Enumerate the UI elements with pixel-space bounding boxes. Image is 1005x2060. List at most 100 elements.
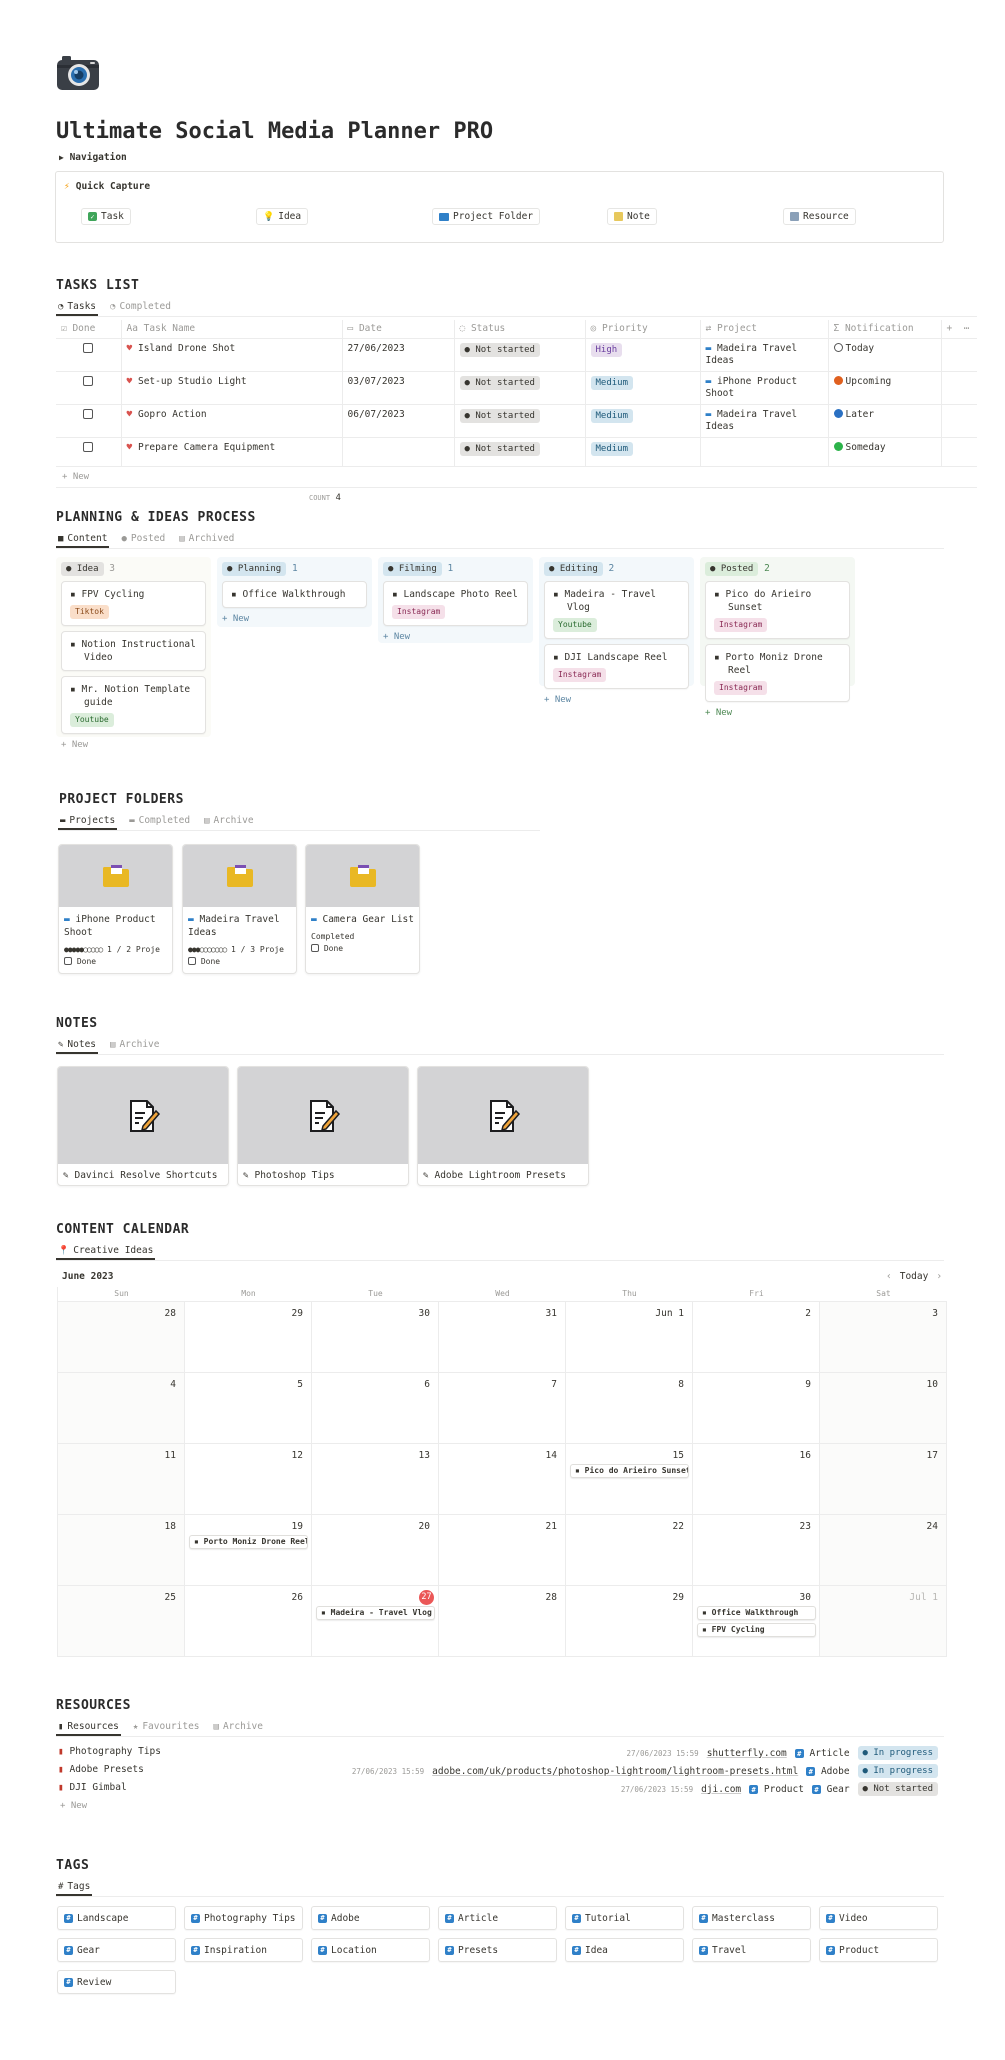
kanban-card[interactable]: ▪ Notion Instructional Video [61,631,206,671]
calendar-day-cell[interactable]: 16 [693,1444,820,1515]
calendar-day-cell[interactable]: 31 [439,1302,566,1373]
quick-capture-resource-button[interactable]: Resource [783,208,856,225]
project-link[interactable]: Madeira Travel Ideas [706,343,798,366]
tag-card[interactable]: # Idea [565,1938,684,1962]
calendar-event[interactable]: ▪ Madeira - Travel Vlog [316,1606,435,1620]
calendar-event[interactable]: ▪ FPV Cycling [697,1623,816,1637]
tab-creative-ideas[interactable]: 📍 Creative Ideas [56,1245,156,1260]
done-checkbox[interactable] [83,408,94,419]
calendar-day-cell[interactable]: 26 [185,1586,312,1657]
col-priority[interactable]: ◎ Priority [585,320,701,339]
calendar-day-cell[interactable]: 5 [185,1373,312,1444]
done-checkbox[interactable] [83,441,94,452]
calendar-event[interactable]: ▪ Pico do Arieiro Sunset [570,1464,689,1478]
kanban-new-button[interactable]: + New [61,740,206,750]
col-done[interactable]: ☑ Done [56,320,122,339]
chevron-left-icon[interactable]: ‹ [886,1271,892,1282]
col-status[interactable]: ◌ Status [454,320,586,339]
done-checkbox[interactable] [311,944,319,952]
kanban-card[interactable]: ▪ Landscape Photo Reel Instagram [383,581,528,626]
calendar-day-cell[interactable]: Jul 1 [820,1586,947,1657]
tab-favourites[interactable]: ★ Favourites [131,1721,202,1736]
done-checkbox[interactable] [188,957,196,965]
tag-card[interactable]: # Tutorial [565,1906,684,1930]
kanban-card[interactable]: ▪ Mr. Notion Template guide Youtube [61,676,206,734]
calendar-day-cell[interactable]: 21 [439,1515,566,1586]
tag-card[interactable]: # Landscape [57,1906,176,1930]
tab-tags[interactable]: # Tags [56,1881,93,1896]
tab-completed-projects[interactable]: ▬ Completed [127,815,192,830]
kanban-card[interactable]: ▪ Porto Moniz Drone Reel Instagram [705,644,850,702]
tag-card[interactable]: # Location [311,1938,430,1962]
kanban-card[interactable]: ▪ Madeira - Travel Vlog Youtube [544,581,689,639]
list-item[interactable]: ▮ Photography Tips 27/06/2023 15:59 shut… [58,1746,938,1764]
calendar-day-cell[interactable]: 13 [312,1444,439,1515]
tab-posted[interactable]: ● Posted [119,533,167,548]
tab-resources[interactable]: ▮ Resources [56,1721,121,1736]
calendar-day-cell[interactable]: 11 [58,1444,185,1515]
tab-archive-notes[interactable]: ▤ Archive [108,1039,161,1054]
tag-card[interactable]: # Review [57,1970,176,1994]
task-name[interactable]: Set-up Studio Light [138,376,247,387]
project-link[interactable]: Madeira Travel Ideas [706,409,798,432]
calendar-day-cell[interactable]: 20 [312,1515,439,1586]
note-card[interactable]: ✎ Photoshop Tips [237,1066,409,1186]
today-button[interactable]: Today [900,1271,929,1282]
tag-card[interactable]: # Adobe [311,1906,430,1930]
table-row[interactable]: ♥ Island Drone Shot 27/06/2023 ● Not sta… [56,338,977,372]
kanban-new-button[interactable]: + New [383,632,528,642]
list-item[interactable]: ▮ Adobe Presets 27/06/2023 15:59 adobe.c… [58,1764,938,1782]
calendar-day-cell[interactable]: 29 [566,1586,693,1657]
calendar-day-cell[interactable]: 23 [693,1515,820,1586]
note-card[interactable]: ✎ Davinci Resolve Shortcuts [57,1066,229,1186]
done-checkbox[interactable] [83,342,94,353]
calendar-day-cell[interactable]: 27 [312,1586,439,1657]
calendar-day-cell[interactable]: 24 [820,1515,947,1586]
calendar-day-cell[interactable]: 28 [58,1302,185,1373]
calendar-day-cell[interactable]: 2 [693,1302,820,1373]
task-name[interactable]: Prepare Camera Equipment [138,442,275,453]
tab-projects[interactable]: ▬ Projects [58,815,118,830]
calendar-day-cell[interactable]: 22 [566,1515,693,1586]
navigation-toggle[interactable]: ▶ Navigation [59,152,127,163]
calendar-day-cell[interactable]: 8 [566,1373,693,1444]
calendar-day-cell[interactable]: 28 [439,1586,566,1657]
quick-capture-project-folder-button[interactable]: Project Folder [432,208,541,225]
tab-tasks[interactable]: ◔ Tasks [56,301,99,316]
calendar-day-cell[interactable]: 3 [820,1302,947,1373]
tab-archive-resources[interactable]: ▤ Archive [212,1721,265,1736]
col-notification[interactable]: Σ Notification [828,320,942,339]
kanban-card[interactable]: ▪ Office Walkthrough [222,581,367,608]
tab-notes[interactable]: ✎ Notes [56,1039,99,1054]
project-link[interactable]: iPhone Product Shoot [706,376,798,399]
col-project[interactable]: ⇄ Project [700,320,829,339]
project-card[interactable]: ▬ Camera Gear List Completed Done [305,844,420,974]
tag-card[interactable]: # Travel [692,1938,811,1962]
quick-capture-note-button[interactable]: Note [607,208,657,225]
resource-url[interactable]: shutterfly.com [707,1748,787,1759]
table-row[interactable]: ♥ Gopro Action 06/07/2023 ● Not started … [56,404,977,438]
project-card[interactable]: ▬ Madeira Travel Ideas ●●●○○○○○○○ 1 / 3 … [182,844,297,974]
resources-new-button[interactable]: + New [60,1801,87,1811]
calendar-day-cell[interactable]: 25 [58,1586,185,1657]
page-icon[interactable] [56,53,100,91]
calendar-event[interactable]: ▪ Porto Moniz Drone Reel [189,1535,308,1549]
calendar-event[interactable]: ▪ Office Walkthrough [697,1606,816,1620]
calendar-day-cell[interactable]: 7 [439,1373,566,1444]
tag-card[interactable]: # Product [819,1938,938,1962]
calendar-day-cell[interactable]: 14 [439,1444,566,1515]
project-link[interactable] [700,437,829,467]
tab-archive-projects[interactable]: ▤ Archive [202,815,255,830]
tag-card[interactable]: # Article [438,1906,557,1930]
tab-content[interactable]: ■ Content [56,533,110,548]
tasks-new-button[interactable]: + New [56,467,977,488]
tag-card[interactable]: # Masterclass [692,1906,811,1930]
note-card[interactable]: ✎ Adobe Lightroom Presets [417,1066,589,1186]
task-name[interactable]: Gopro Action [138,409,207,420]
calendar-day-cell[interactable]: 10 [820,1373,947,1444]
tag-card[interactable]: # Photography Tips [184,1906,303,1930]
calendar-day-cell[interactable]: 15 [566,1444,693,1515]
add-column-button[interactable]: + ⋯ [941,320,977,339]
calendar-day-cell[interactable]: Jun 1 [566,1302,693,1373]
tag-card[interactable]: # Video [819,1906,938,1930]
